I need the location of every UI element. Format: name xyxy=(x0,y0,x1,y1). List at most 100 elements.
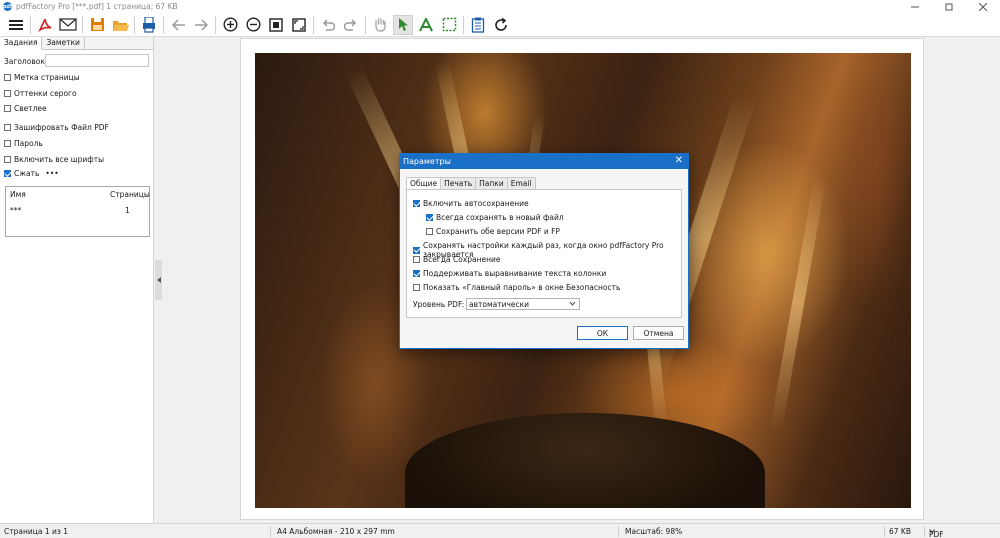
dialog-panel-general: Включить автосохранение Всегда сохранять… xyxy=(406,189,682,318)
pdf-level-select[interactable]: автоматически xyxy=(466,298,580,310)
select-arrow-icon[interactable] xyxy=(393,14,413,35)
option-label: Всегда Сохранение xyxy=(423,255,501,264)
status-pdf-version[interactable]: PDF 1.4 xyxy=(929,527,944,538)
option-encrypt[interactable]: Зашифровать Файл PDF xyxy=(4,123,109,132)
compress-settings-button[interactable]: ••• xyxy=(45,169,58,178)
close-icon[interactable]: ✕ xyxy=(675,155,683,167)
option-label: Сжать xyxy=(14,169,40,178)
checkbox-checked[interactable] xyxy=(426,214,433,221)
column-header-pages[interactable]: Страницы xyxy=(110,190,150,199)
option-label: Показать «Главный пароль» в окне Безопас… xyxy=(423,283,621,292)
checkbox-checked[interactable] xyxy=(413,246,420,254)
checkbox[interactable] xyxy=(4,124,11,131)
toolbar-separator xyxy=(365,15,366,34)
email-icon[interactable] xyxy=(58,15,78,35)
left-panel: Задания Заметки Заголовок: Метка страниц… xyxy=(0,37,154,523)
ok-button[interactable]: ОК xyxy=(577,326,628,340)
title-label: Заголовок: xyxy=(4,57,48,66)
option-label: Пароль xyxy=(14,139,43,148)
checkbox[interactable] xyxy=(4,156,11,163)
toolbar-separator xyxy=(215,15,216,34)
option-save-both-versions[interactable]: Сохранить обе версии PDF и FP xyxy=(426,227,560,236)
checkbox[interactable] xyxy=(4,105,11,112)
checkbox[interactable] xyxy=(426,228,433,235)
minimize-icon[interactable] xyxy=(898,0,932,13)
undo-icon[interactable] xyxy=(318,15,338,35)
checkbox[interactable] xyxy=(4,74,11,81)
cancel-button[interactable]: Отмена xyxy=(633,326,684,340)
toolbar-separator xyxy=(82,15,83,34)
tab-folders[interactable]: Папки xyxy=(475,177,508,189)
tab-jobs[interactable]: Задания xyxy=(0,37,43,50)
zoom-out-icon[interactable] xyxy=(243,15,263,35)
toolbar-separator xyxy=(163,15,164,34)
checkbox-checked[interactable] xyxy=(413,200,420,207)
chevron-down-icon xyxy=(569,301,576,306)
fit-page-icon[interactable] xyxy=(266,15,286,35)
option-save-new-file[interactable]: Всегда сохранять в новый файл xyxy=(426,213,564,222)
left-panel-tabs: Задания Заметки xyxy=(0,37,153,50)
pdf-icon[interactable] xyxy=(35,15,55,35)
option-column-alignment[interactable]: Поддерживать выравнивание текста колонки xyxy=(413,269,606,278)
zoom-in-icon[interactable] xyxy=(220,15,240,35)
title-input[interactable] xyxy=(45,54,149,67)
checkbox-checked[interactable] xyxy=(413,270,420,277)
column-header-name[interactable]: Имя xyxy=(10,190,26,199)
save-icon[interactable] xyxy=(87,15,107,35)
checkbox-checked[interactable] xyxy=(4,170,11,177)
option-label: Оттенки серого xyxy=(14,89,77,98)
option-always-save[interactable]: Всегда Сохранение xyxy=(413,255,501,264)
tab-print[interactable]: Печать xyxy=(440,177,477,189)
option-label: Зашифровать Файл PDF xyxy=(14,123,109,132)
panel-splitter[interactable] xyxy=(155,260,162,300)
window-title: pdfFactory Pro [***.pdf] 1 страница; 67 … xyxy=(16,2,178,11)
text-tool-icon[interactable] xyxy=(416,15,436,35)
option-label: Метка страницы xyxy=(14,73,80,82)
refresh-icon[interactable] xyxy=(491,15,511,35)
toolbar-separator xyxy=(30,15,31,34)
toolbar xyxy=(0,13,1000,37)
tab-email[interactable]: Email xyxy=(506,177,536,189)
status-paper-size: A4 Альбомная - 210 x 297 mm xyxy=(277,527,395,536)
checkbox[interactable] xyxy=(4,140,11,147)
forward-arrow-icon[interactable] xyxy=(191,15,211,35)
checkbox[interactable] xyxy=(413,284,420,291)
option-page-label[interactable]: Метка страницы xyxy=(4,73,80,82)
fullscreen-icon[interactable] xyxy=(289,15,309,35)
hand-tool-icon[interactable] xyxy=(370,15,390,35)
option-password[interactable]: Пароль xyxy=(4,139,43,148)
option-label: Включить все шрифты xyxy=(14,155,105,164)
option-embed-fonts[interactable]: Включить все шрифты xyxy=(4,155,104,164)
collapse-arrow-icon xyxy=(156,277,161,283)
status-file-size: 67 KB xyxy=(889,527,911,536)
job-name[interactable]: *** xyxy=(10,206,21,215)
rock-shape xyxy=(405,413,765,508)
option-label: Включить автосохранение xyxy=(423,199,529,208)
maximize-icon[interactable] xyxy=(932,0,966,13)
crop-tool-icon[interactable] xyxy=(439,15,459,35)
notes-icon[interactable] xyxy=(468,15,488,35)
toolbar-separator xyxy=(463,15,464,34)
redo-icon[interactable] xyxy=(341,15,361,35)
option-label: Светлее xyxy=(14,104,47,113)
pdf-level-label: Уровень PDF: xyxy=(413,300,465,309)
print-icon[interactable] xyxy=(139,15,159,35)
option-autosave[interactable]: Включить автосохранение xyxy=(413,199,529,208)
checkbox[interactable] xyxy=(413,256,420,263)
back-arrow-icon[interactable] xyxy=(168,15,188,35)
option-lighter[interactable]: Светлее xyxy=(4,104,47,113)
option-compress[interactable]: Сжать ••• xyxy=(4,169,59,178)
open-folder-icon[interactable] xyxy=(110,15,130,35)
jobs-list: Имя Страницы *** 1 xyxy=(5,186,150,237)
option-label: Поддерживать выравнивание текста колонки xyxy=(423,269,607,278)
menu-icon[interactable] xyxy=(6,15,26,35)
pdf-version-value: PDF 1.4 xyxy=(929,530,944,538)
status-zoom[interactable]: Масштаб: 98% xyxy=(625,527,682,536)
tab-notes[interactable]: Заметки xyxy=(42,37,85,49)
close-icon[interactable] xyxy=(966,0,1000,13)
option-grayscale[interactable]: Оттенки серого xyxy=(4,89,77,98)
settings-dialog: Параметры ✕ Общие Печать Папки Email Вкл… xyxy=(399,153,689,349)
job-pages: 1 xyxy=(125,206,130,215)
option-show-master-password[interactable]: Показать «Главный пароль» в окне Безопас… xyxy=(413,283,620,292)
checkbox[interactable] xyxy=(4,90,11,97)
